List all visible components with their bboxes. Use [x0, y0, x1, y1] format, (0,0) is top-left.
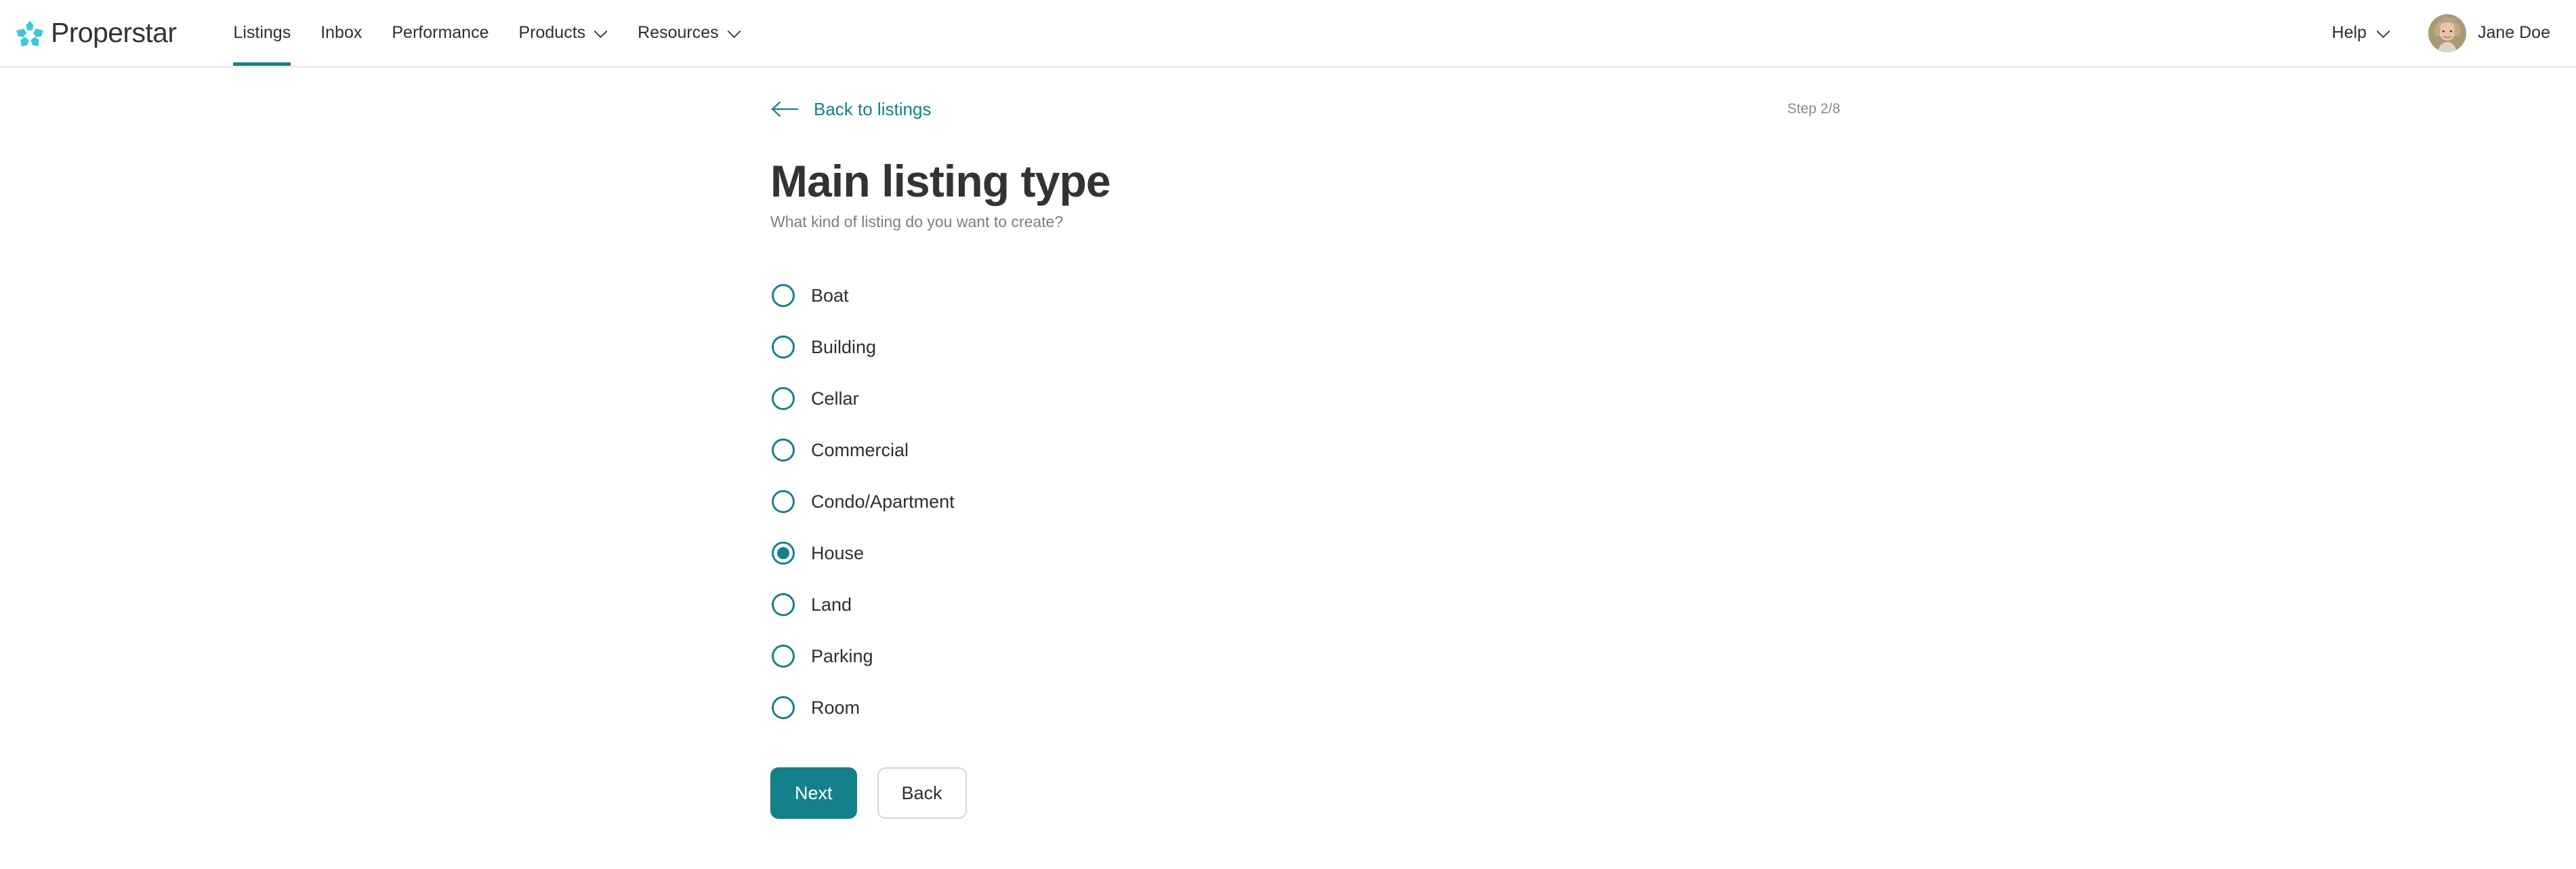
radio-option-label: Commercial	[811, 439, 909, 460]
radio-option-cellar[interactable]: Cellar	[770, 373, 1841, 424]
back-button[interactable]: Back	[877, 767, 967, 820]
step-indicator: Step 2/8	[1787, 101, 1840, 117]
radio-option-commercial[interactable]: Commercial	[770, 424, 1841, 476]
header-right-group: Help Jane Doe	[2320, 0, 2550, 66]
radio-option-land[interactable]: Land	[770, 579, 1841, 630]
nav-item-resources[interactable]: Resources	[623, 0, 756, 66]
brand-name: Properstar	[51, 17, 177, 48]
radio-option-label: House	[811, 542, 865, 563]
radio-indicator[interactable]	[772, 387, 795, 411]
radio-option-label: Parking	[811, 645, 873, 666]
radio-option-label: Room	[811, 697, 860, 718]
chevron-down-icon	[727, 30, 741, 38]
brand-logo[interactable]: Properstar	[12, 0, 188, 66]
radio-option-boat[interactable]: Boat	[770, 270, 1841, 321]
user-name: Jane Doe	[2477, 23, 2550, 42]
radio-indicator[interactable]	[772, 696, 795, 720]
nav-item-label: Inbox	[320, 23, 362, 42]
radio-indicator[interactable]	[772, 593, 795, 617]
nav-item-label: Resources	[638, 23, 719, 42]
radio-option-parking[interactable]: Parking	[770, 630, 1841, 682]
user-menu[interactable]: Jane Doe	[2428, 14, 2550, 52]
chevron-down-icon	[594, 30, 608, 38]
radio-option-label: Boat	[811, 285, 849, 306]
radio-option-building[interactable]: Building	[770, 321, 1841, 373]
next-button[interactable]: Next	[770, 767, 857, 820]
listing-type-radio-group: Boat Building Cellar Commercial Condo/Ap…	[770, 270, 1841, 733]
radio-option-label: Building	[811, 336, 877, 357]
main-content: Back to listings Step 2/8 Main listing t…	[0, 68, 2576, 869]
radio-option-house[interactable]: House	[770, 527, 1841, 579]
radio-indicator[interactable]	[772, 490, 795, 514]
page-subtitle: What kind of listing do you want to crea…	[770, 213, 1064, 231]
radio-indicator-selected[interactable]	[772, 542, 795, 565]
radio-option-label: Cellar	[811, 388, 859, 409]
nav-item-inbox[interactable]: Inbox	[306, 0, 377, 66]
app-header: Properstar Listings Inbox Performance Pr…	[0, 0, 2576, 68]
properstar-flower-logo-icon	[16, 20, 43, 46]
back-link-label: Back to listings	[814, 98, 932, 119]
radio-option-label: Land	[811, 594, 852, 615]
arrow-left-icon	[771, 101, 799, 117]
radio-option-room[interactable]: Room	[770, 682, 1841, 733]
page-title: Main listing type	[770, 156, 1111, 206]
help-menu[interactable]: Help	[2320, 23, 2403, 43]
avatar	[2428, 14, 2466, 52]
back-to-listings-link[interactable]: Back to listings	[770, 99, 931, 120]
radio-indicator[interactable]	[772, 645, 795, 668]
help-label: Help	[2331, 23, 2367, 42]
header-left-group: Properstar Listings Inbox Performance Pr…	[12, 0, 756, 66]
wizard-actions: Next Back	[770, 767, 1841, 820]
radio-indicator[interactable]	[772, 439, 795, 462]
nav-item-label: Products	[518, 23, 586, 42]
radio-indicator[interactable]	[772, 336, 795, 359]
chevron-down-icon	[2376, 30, 2390, 38]
nav-item-label: Listings	[233, 23, 291, 42]
wizard-panel: Back to listings Step 2/8 Main listing t…	[770, 68, 1841, 820]
radio-option-label: Condo/Apartment	[811, 491, 955, 512]
radio-indicator[interactable]	[772, 284, 795, 308]
nav-item-listings[interactable]: Listings	[218, 0, 306, 66]
wizard-topbar: Back to listings Step 2/8	[770, 94, 1841, 125]
nav-item-label: Performance	[392, 23, 489, 42]
radio-option-condo-apartment[interactable]: Condo/Apartment	[770, 476, 1841, 527]
primary-nav: Listings Inbox Performance Products Reso…	[218, 0, 755, 66]
nav-item-products[interactable]: Products	[503, 0, 623, 66]
nav-item-performance[interactable]: Performance	[377, 0, 503, 66]
